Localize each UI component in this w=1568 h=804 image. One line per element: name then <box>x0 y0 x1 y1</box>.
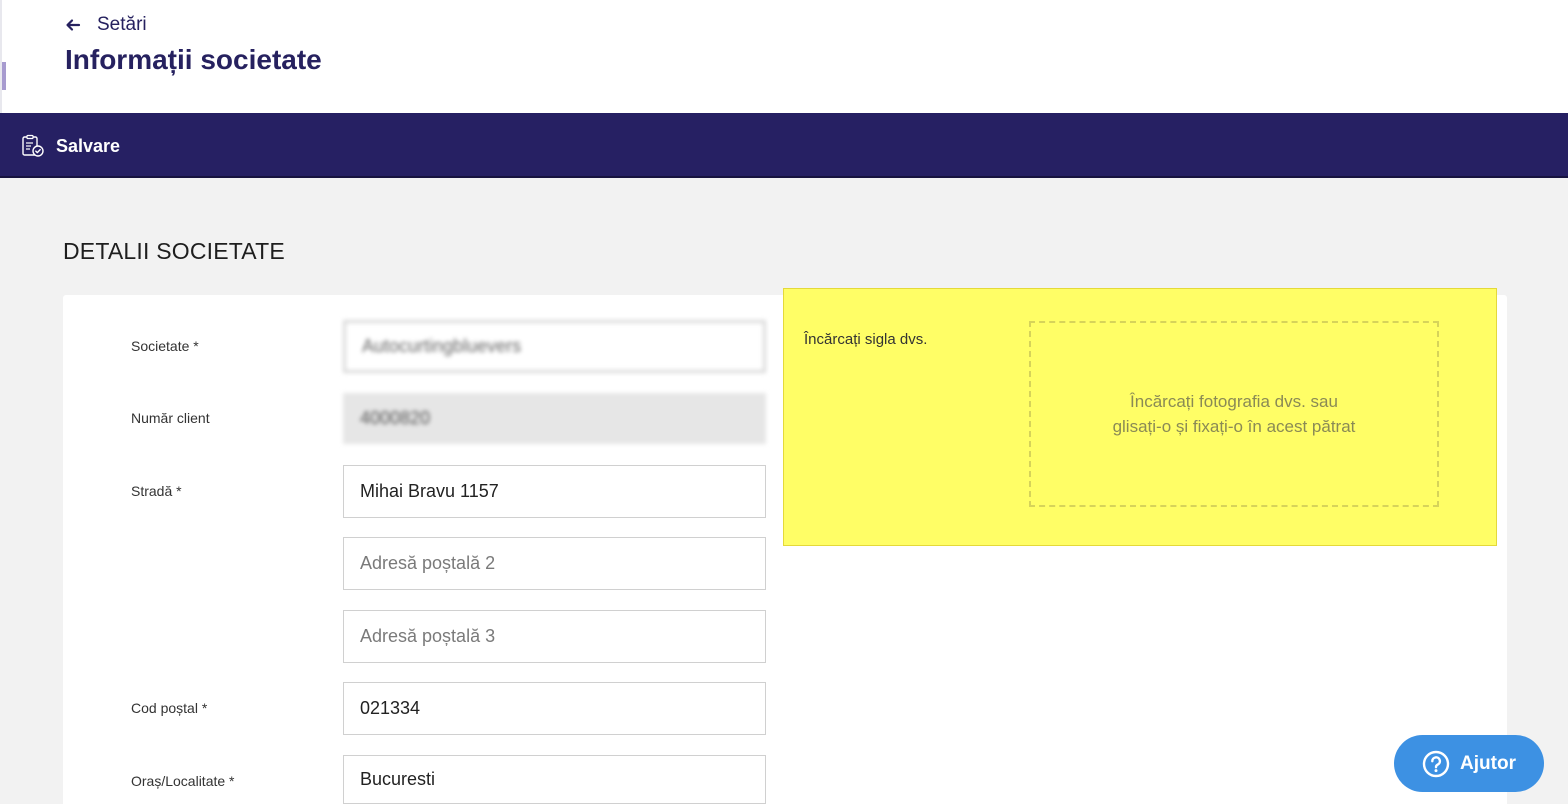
address-line-2-input[interactable] <box>343 537 766 590</box>
drop-zone-text: Încărcați fotografia dvs. sau glisați-o … <box>1113 389 1356 439</box>
page-header: Setări Informații societate <box>0 0 1568 113</box>
arrow-left-icon <box>66 19 81 31</box>
back-link-label: Setări <box>97 14 147 35</box>
city-input[interactable] <box>343 755 766 804</box>
save-button-label: Salvare <box>56 135 121 156</box>
city-label: Oraș/Localitate * <box>131 773 235 789</box>
street-input[interactable] <box>343 465 766 518</box>
street-label: Stradă * <box>131 483 182 499</box>
help-button[interactable]: Ajutor <box>1394 735 1544 792</box>
postal-code-label: Cod poștal * <box>131 700 208 716</box>
page-title: Informații societate <box>65 44 322 75</box>
drop-zone-line-1: Încărcați fotografia dvs. sau <box>1130 392 1338 411</box>
action-toolbar: Salvare <box>0 113 1568 178</box>
client-number-field <box>343 393 766 444</box>
logo-upload-label: Încărcați sigla dvs. <box>804 331 928 348</box>
question-circle-icon <box>1422 750 1450 777</box>
drop-zone-line-2: glisați-o și fixați-o în acest pătrat <box>1112 417 1356 436</box>
logo-upload-panel: Încărcați sigla dvs. Încărcați fotografi… <box>783 288 1497 546</box>
logo-drop-zone[interactable]: Încărcați fotografia dvs. sau glisați-o … <box>1029 321 1439 507</box>
help-button-label: Ajutor <box>1460 752 1516 774</box>
clipboard-check-icon <box>22 134 44 157</box>
section-heading: DETALII SOCIETATE <box>63 238 285 264</box>
address-line-3-input[interactable] <box>343 610 766 663</box>
back-to-settings-link[interactable]: Setări <box>65 14 147 36</box>
company-label: Societate * <box>131 338 199 354</box>
postal-code-input[interactable] <box>343 682 766 735</box>
header-accent-bar <box>2 62 6 90</box>
company-input[interactable] <box>343 320 766 373</box>
client-number-label: Număr client <box>131 410 210 426</box>
save-button[interactable]: Salvare <box>20 131 120 161</box>
